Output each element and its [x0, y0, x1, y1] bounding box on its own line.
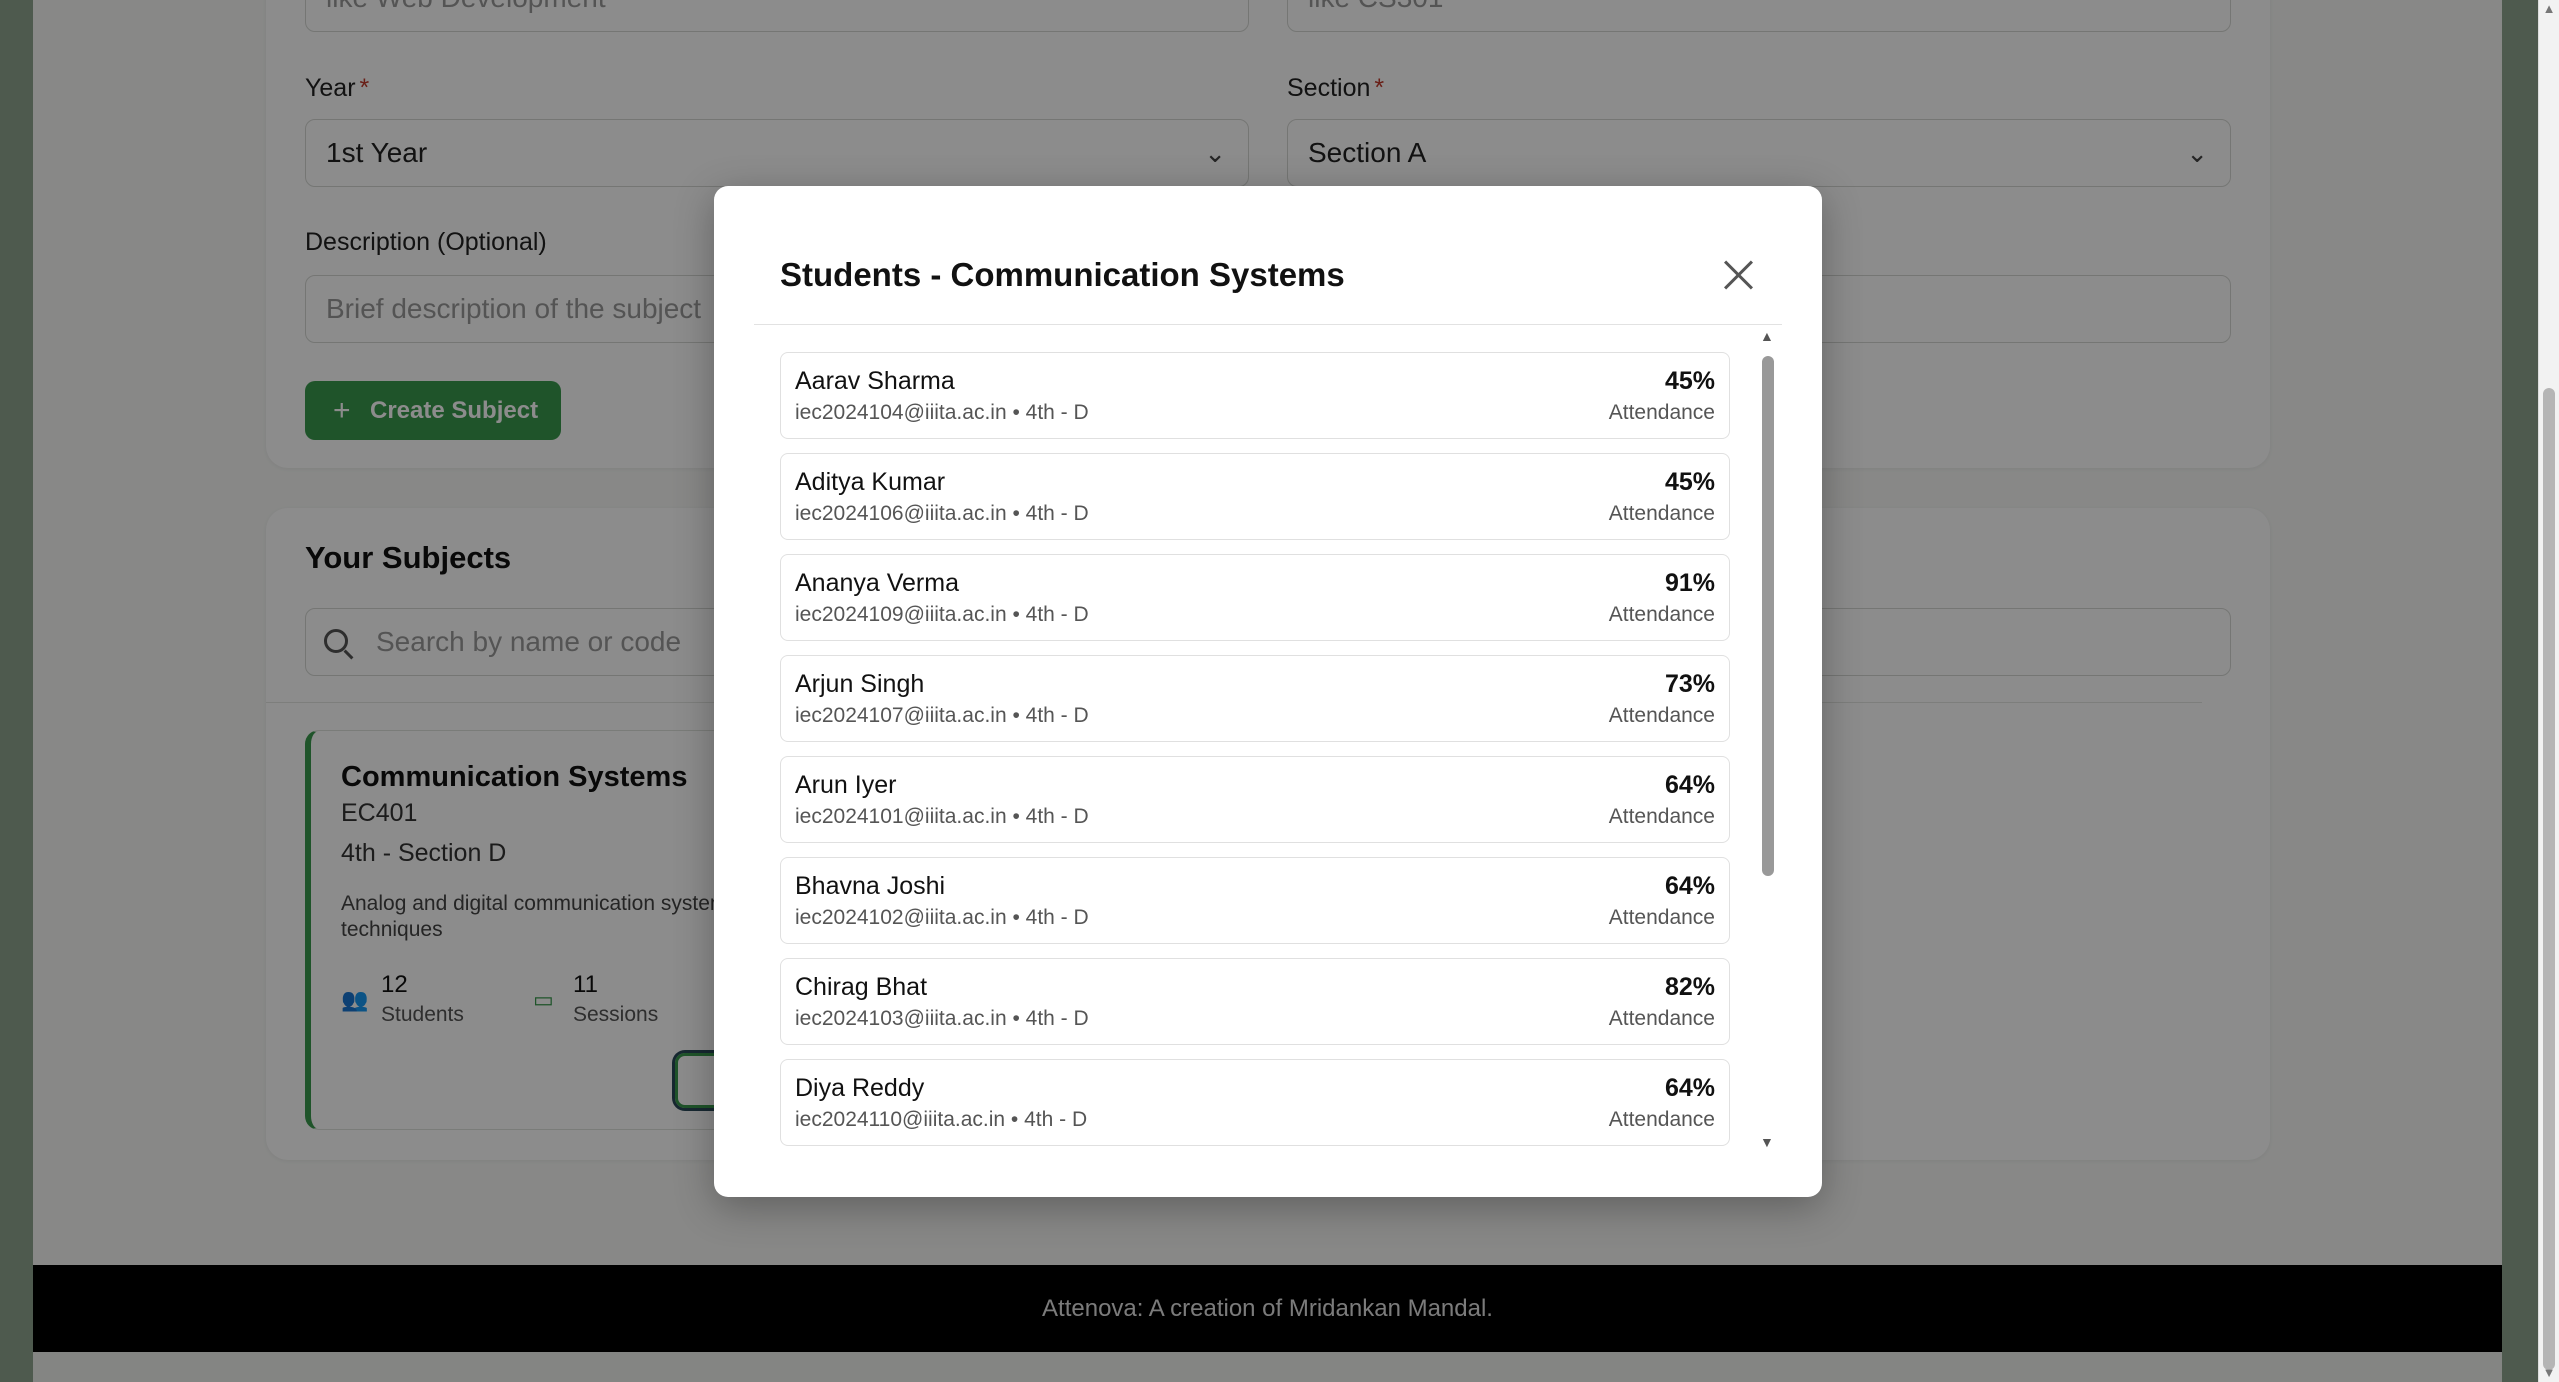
student-meta: iec2024103@iiita.ac.in • 4th - D — [795, 1007, 1089, 1030]
student-row[interactable]: Aditya Kumar iec2024106@iiita.ac.in • 4t… — [780, 453, 1730, 540]
attendance-label: Attendance — [1608, 805, 1715, 828]
attendance-percent: 64% — [1664, 1074, 1715, 1102]
attendance-label: Attendance — [1608, 906, 1715, 929]
student-list[interactable]: Aarav Sharma iec2024104@iiita.ac.in • 4t… — [780, 352, 1730, 1152]
student-name: Chirag Bhat — [795, 973, 928, 1001]
attendance-percent: 91% — [1664, 569, 1715, 597]
attendance-label: Attendance — [1608, 502, 1715, 525]
attendance-percent: 82% — [1664, 973, 1715, 1001]
student-row[interactable]: Arjun Singh iec2024107@iiita.ac.in • 4th… — [780, 655, 1730, 742]
close-icon[interactable] — [1720, 256, 1758, 294]
student-meta: iec2024110@iiita.ac.in • 4th - D — [795, 1108, 1088, 1131]
student-name: Arun Iyer — [795, 771, 897, 799]
list-scrollbar-thumb[interactable] — [1762, 356, 1774, 876]
student-row[interactable]: Bhavna Joshi iec2024102@iiita.ac.in • 4t… — [780, 857, 1730, 944]
student-row[interactable]: Chirag Bhat iec2024103@iiita.ac.in • 4th… — [780, 958, 1730, 1045]
student-meta: iec2024104@iiita.ac.in • 4th - D — [795, 401, 1089, 424]
attendance-percent: 45% — [1664, 468, 1715, 496]
list-scroll-down-arrow[interactable]: ▼ — [1760, 1134, 1774, 1150]
modal-title: Students - Communication Systems — [780, 256, 1345, 293]
student-name: Aarav Sharma — [795, 367, 955, 395]
student-row[interactable]: Ananya Verma iec2024109@iiita.ac.in • 4t… — [780, 554, 1730, 641]
attendance-label: Attendance — [1608, 603, 1715, 626]
student-meta: iec2024102@iiita.ac.in • 4th - D — [795, 906, 1089, 929]
student-name: Bhavna Joshi — [795, 872, 946, 900]
scroll-down-arrow[interactable]: ▼ — [2541, 1366, 2557, 1380]
student-name: Diya Reddy — [795, 1074, 925, 1102]
student-row[interactable]: Arun Iyer iec2024101@iiita.ac.in • 4th -… — [780, 756, 1730, 843]
attendance-label: Attendance — [1608, 1007, 1715, 1030]
student-row[interactable]: Aarav Sharma iec2024104@iiita.ac.in • 4t… — [780, 352, 1730, 439]
student-meta: iec2024106@iiita.ac.in • 4th - D — [795, 502, 1089, 525]
students-modal: Students - Communication Systems Aarav S… — [714, 186, 1822, 1197]
scroll-up-arrow[interactable]: ▲ — [2541, 2, 2557, 16]
list-scroll-up-arrow[interactable]: ▲ — [1760, 328, 1774, 344]
student-meta: iec2024109@iiita.ac.in • 4th - D — [795, 603, 1089, 626]
modal-divider — [754, 324, 1782, 325]
student-name: Arjun Singh — [795, 670, 925, 698]
page-scrollbar-thumb[interactable] — [2543, 388, 2555, 1370]
attendance-percent: 64% — [1664, 771, 1715, 799]
student-meta: iec2024101@iiita.ac.in • 4th - D — [795, 805, 1089, 828]
student-name: Aditya Kumar — [795, 468, 946, 496]
student-row[interactable]: Diya Reddy iec2024110@iiita.ac.in • 4th … — [780, 1059, 1730, 1146]
attendance-percent: 64% — [1664, 872, 1715, 900]
attendance-label: Attendance — [1608, 401, 1715, 424]
student-name: Ananya Verma — [795, 569, 959, 597]
attendance-percent: 73% — [1664, 670, 1715, 698]
attendance-percent: 45% — [1664, 367, 1715, 395]
student-meta: iec2024107@iiita.ac.in • 4th - D — [795, 704, 1089, 727]
attendance-label: Attendance — [1608, 704, 1715, 727]
attendance-label: Attendance — [1608, 1108, 1715, 1131]
